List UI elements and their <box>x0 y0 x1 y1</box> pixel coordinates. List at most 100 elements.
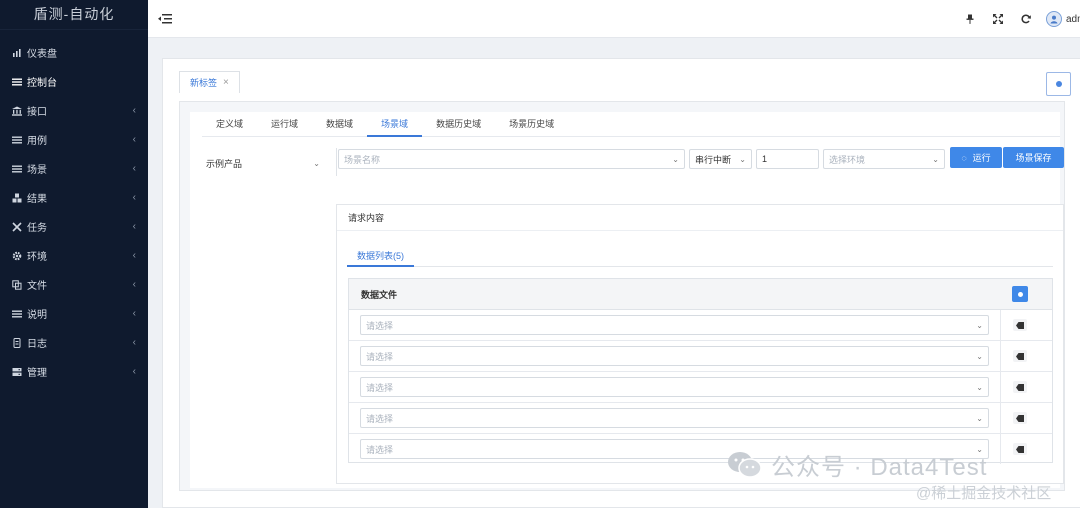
request-title: 请求内容 <box>337 205 1063 231</box>
table-header-label: 数据文件 <box>361 289 398 300</box>
sidebar-item-label: 日志 <box>27 339 47 350</box>
select-placeholder: 请选择 <box>366 382 394 393</box>
sidebar-item-dashboard[interactable]: 仪表盘 <box>0 38 148 67</box>
run-count-input[interactable]: 1 <box>756 149 819 169</box>
environment-select[interactable]: 选择环境 ⌄ <box>823 149 945 169</box>
list-icon <box>11 134 23 146</box>
gear-icon <box>11 250 23 262</box>
sidebar-item-label: 场景 <box>27 165 47 176</box>
sidebar-item-console[interactable]: 控制台 <box>0 67 148 96</box>
close-icon[interactable]: × <box>223 77 229 88</box>
serial-mode-value: 串行中断 <box>695 154 732 165</box>
server-icon <box>11 366 23 378</box>
data-file-select[interactable]: 请选择 ⌄ <box>360 315 989 335</box>
delete-row-button[interactable] <box>1013 381 1027 393</box>
tab-options-button[interactable] <box>1046 72 1071 96</box>
document-tabs: 新标签 × <box>179 71 240 93</box>
sidebar-menu: 仪表盘 控制台 接口 ‹ 用例 ‹ 场景 ‹ 结果 ‹ 任务 ‹ 环境 ‹ 文件… <box>0 38 148 386</box>
data-file-select[interactable]: 请选择 ⌄ <box>360 377 989 397</box>
divider <box>1000 341 1001 371</box>
chevron-down-icon: ⌄ <box>976 351 983 361</box>
tab-data-domain[interactable]: 数据域 <box>312 112 367 137</box>
run-button[interactable]: ◌ 运行 <box>950 147 1002 168</box>
domain-tabs: 定义域 运行域 数据域 场景域 数据历史域 场景历史域 <box>202 112 1060 137</box>
top-header: admin <box>148 0 1080 38</box>
chevron-down-icon: ⌄ <box>932 154 939 164</box>
product-value: 示例产品 <box>206 158 243 169</box>
sidebar-item-label: 接口 <box>27 107 47 118</box>
brand-title: 盾测-自动化 <box>0 0 148 30</box>
backspace-icon <box>1016 383 1024 391</box>
list-icon <box>11 163 23 175</box>
add-row-button[interactable] <box>1012 286 1028 302</box>
sidebar-item-label: 仪表盘 <box>27 49 57 60</box>
pin-icon[interactable] <box>956 9 984 29</box>
table-header: 数据文件 <box>349 279 1052 310</box>
sidebar-item-environment[interactable]: 环境 ‹ <box>0 241 148 270</box>
scene-name-placeholder: 场景名称 <box>344 154 381 165</box>
divider <box>336 148 337 176</box>
scene-name-input[interactable]: 场景名称 ⌄ <box>338 149 685 169</box>
delete-row-button[interactable] <box>1013 350 1027 362</box>
backspace-icon <box>1016 352 1024 360</box>
chevron-down-icon: ⌄ <box>313 158 320 168</box>
chevron-down-icon: ⌄ <box>976 413 983 423</box>
table-row: 请选择 ⌄ <box>349 341 1052 372</box>
divider <box>1000 372 1001 402</box>
avatar[interactable] <box>1046 11 1062 27</box>
select-placeholder: 请选择 <box>366 413 394 424</box>
table-row: 请选择 ⌄ <box>349 310 1052 341</box>
sidebar-item-scenes[interactable]: 场景 ‹ <box>0 154 148 183</box>
delete-row-button[interactable] <box>1013 443 1027 455</box>
tab-scene-domain[interactable]: 场景域 <box>367 112 423 137</box>
inner-panel: 定义域 运行域 数据域 场景域 数据历史域 场景历史域 示例产品 ⌄ 场景名称 … <box>179 101 1065 491</box>
fullscreen-icon[interactable] <box>984 9 1012 29</box>
sidebar-item-label: 任务 <box>27 223 47 234</box>
refresh-icon[interactable] <box>1012 9 1040 29</box>
chevron-down-icon: ⌄ <box>672 154 679 164</box>
sidebar-item-logs[interactable]: 日志 ‹ <box>0 328 148 357</box>
data-file-select[interactable]: 请选择 ⌄ <box>360 408 989 428</box>
watermark-juejin: @稀土掘金技术社区 <box>916 485 1052 502</box>
user-name[interactable]: admin <box>1066 14 1080 25</box>
table-row: 请选择 ⌄ <box>349 372 1052 403</box>
sidebar-item-admin[interactable]: 管理 ‹ <box>0 357 148 386</box>
sidebar-item-label: 结果 <box>27 194 47 205</box>
select-placeholder: 请选择 <box>366 320 394 331</box>
arrows-icon <box>11 221 23 233</box>
chevron-down-icon: ⌄ <box>739 154 746 164</box>
sidebar-item-tasks[interactable]: 任务 ‹ <box>0 212 148 241</box>
tab-label: 新标签 <box>190 78 218 88</box>
delete-row-button[interactable] <box>1013 412 1027 424</box>
bank-icon <box>11 105 23 117</box>
content-panel: 新标签 × 定义域 运行域 数据域 场景域 数据历史域 场景历史域 示例产品 ⌄… <box>162 58 1080 508</box>
sidebar-item-api[interactable]: 接口 ‹ <box>0 96 148 125</box>
watermark-text: 公众号 · Data4Test <box>771 454 988 481</box>
list-icon <box>11 308 23 320</box>
sidebar-item-files[interactable]: 文件 ‹ <box>0 270 148 299</box>
chevron-left-icon: ‹ <box>132 134 136 145</box>
product-select[interactable]: 示例产品 ⌄ <box>206 154 324 172</box>
tab-scene-history-domain[interactable]: 场景历史域 <box>495 112 568 137</box>
data-file-select[interactable]: 请选择 ⌄ <box>360 346 989 366</box>
tab-run-domain[interactable]: 运行域 <box>257 112 312 137</box>
tab-data-history-domain[interactable]: 数据历史域 <box>422 112 495 137</box>
chevron-left-icon: ‹ <box>132 250 136 261</box>
list-icon <box>11 76 23 88</box>
delete-row-button[interactable] <box>1013 319 1027 331</box>
data-file-table: 数据文件 请选择 ⌄ 请选择 ⌄ 请选择 ⌄ 请选择 ⌄ 请选择 ⌄ <box>348 278 1053 464</box>
chevron-left-icon: ‹ <box>132 279 136 290</box>
save-scene-button[interactable]: 场景保存 <box>1003 147 1064 168</box>
sidebar-item-cases[interactable]: 用例 ‹ <box>0 125 148 154</box>
sidebar-item-results[interactable]: 结果 ‹ <box>0 183 148 212</box>
chevron-left-icon: ‹ <box>132 308 136 319</box>
log-icon <box>11 337 23 349</box>
menu-toggle-icon[interactable] <box>158 12 172 26</box>
tab-define-domain[interactable]: 定义域 <box>202 112 257 137</box>
wechat-icon <box>728 451 762 478</box>
chevron-down-icon: ⌄ <box>976 320 983 330</box>
serial-mode-select[interactable]: 串行中断 ⌄ <box>689 149 752 169</box>
tab-data-list[interactable]: 数据列表(5) <box>347 245 414 267</box>
tab-new[interactable]: 新标签 × <box>179 71 240 93</box>
sidebar-item-docs[interactable]: 说明 ‹ <box>0 299 148 328</box>
